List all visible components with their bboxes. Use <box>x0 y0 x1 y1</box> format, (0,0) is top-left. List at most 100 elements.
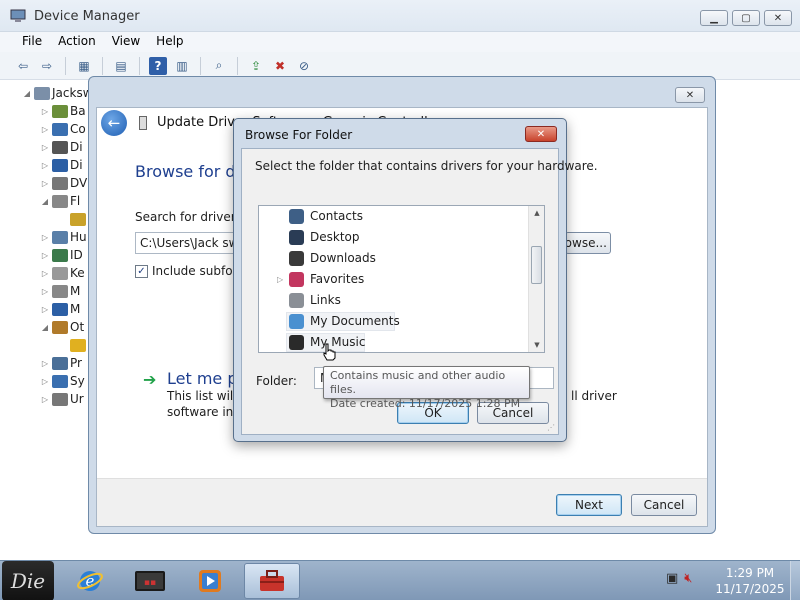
scroll-down-icon[interactable]: ▼ <box>529 338 544 352</box>
volume-muted-icon[interactable]: 🔇︎ <box>684 571 692 586</box>
title-bar: Device Manager ▁ ▢ ✕ <box>0 0 800 32</box>
browse-dialog-close-button[interactable]: ✕ <box>525 126 557 142</box>
update-driver-icon[interactable]: ⇪ <box>247 57 265 75</box>
menu-file[interactable]: File <box>14 32 50 52</box>
device-manager-toolbox-icon[interactable] <box>244 563 300 599</box>
taskbar: Die e ▪▪ ▣ 🔇︎ 1:29 PM 11/17/2025 <box>0 560 800 600</box>
device-tree-item[interactable]: ▷ Co <box>40 120 86 138</box>
device-category-icon <box>52 104 68 118</box>
device-tree-item[interactable]: ▷ Ba <box>40 102 86 120</box>
expand-toggle-icon[interactable]: ▷ <box>40 233 50 242</box>
properties-icon[interactable]: ▦ <box>75 57 93 75</box>
browse-dialog-title: Browse For Folder <box>245 128 353 142</box>
device-tree-label: Co <box>70 122 86 136</box>
device-tree-item[interactable]: ▷ M <box>40 300 80 318</box>
uninstall-icon[interactable]: ✖ <box>271 57 289 75</box>
device-tree-item[interactable]: ◢ Jacksw <box>22 84 93 102</box>
next-button[interactable]: Next <box>556 494 622 516</box>
device-tree-item[interactable]: ▷ DV <box>40 174 87 192</box>
favorites-icon <box>289 272 304 287</box>
let-me-pick-description-line2: software in t <box>167 405 242 419</box>
folder-item[interactable]: ▷ Favorites <box>259 269 529 290</box>
menu-help[interactable]: Help <box>148 32 191 52</box>
expand-toggle-icon[interactable]: ▷ <box>40 107 50 116</box>
scan-hardware-icon[interactable]: ⌕ <box>210 57 228 75</box>
media-player-icon[interactable] <box>182 563 238 599</box>
device-tree-item[interactable] <box>58 336 88 354</box>
show-desktop-button[interactable] <box>790 561 800 600</box>
close-button[interactable]: ✕ <box>764 10 792 26</box>
back-icon[interactable]: ⇦ <box>14 57 32 75</box>
device-category-icon <box>52 248 68 262</box>
device-tree-item[interactable]: ▷ Hu <box>40 228 87 246</box>
device-tree-item[interactable]: ▷ M <box>40 282 80 300</box>
update-driver-close-button[interactable]: ✕ <box>675 87 705 103</box>
forward-icon[interactable]: ⇨ <box>38 57 56 75</box>
device-tree-item[interactable]: ◢ Fl <box>40 192 80 210</box>
expand-toggle-icon[interactable]: ▷ <box>40 251 50 260</box>
folder-tooltip: Contains music and other audio files. Da… <box>323 366 530 410</box>
svg-text:▪▪: ▪▪ <box>144 578 156 588</box>
device-category-icon <box>52 374 68 388</box>
maximize-button[interactable]: ▢ <box>732 10 760 26</box>
expand-toggle-icon[interactable]: ◢ <box>40 197 50 206</box>
device-tree-item[interactable]: ▷ ID <box>40 246 83 264</box>
expand-toggle-icon[interactable]: ◢ <box>22 89 32 98</box>
expand-toggle-icon[interactable]: ▷ <box>40 269 50 278</box>
clock[interactable]: 1:29 PM 11/17/2025 <box>712 565 788 597</box>
expand-toggle-icon[interactable]: ▷ <box>40 179 50 188</box>
expand-toggle-icon[interactable]: ▷ <box>40 143 50 152</box>
device-category-icon <box>70 212 86 226</box>
scroll-thumb[interactable] <box>531 246 542 284</box>
expand-toggle-icon[interactable]: ▷ <box>40 125 50 134</box>
device-tree-item[interactable]: ◢ Ot <box>40 318 84 336</box>
folder-item[interactable]: Desktop <box>259 227 529 248</box>
music-icon <box>289 335 304 350</box>
scroll-up-icon[interactable]: ▲ <box>529 206 544 220</box>
folder-item[interactable]: My Documents <box>259 311 529 332</box>
expand-toggle-icon[interactable]: ▷ <box>40 161 50 170</box>
include-subfolders-checkbox[interactable]: ✓ Include subfold <box>135 264 244 278</box>
expand-toggle-icon[interactable]: ◢ <box>40 323 50 332</box>
driver-path-input[interactable]: C:\Users\Jack swe <box>135 232 247 254</box>
folder-tree[interactable]: Contacts Desktop Downloads ▷ Favorites Links M… <box>258 205 545 353</box>
browse-prompt: Select the folder that contains drivers … <box>255 159 598 173</box>
checkbox-icon[interactable]: ✓ <box>135 264 148 278</box>
minimize-button[interactable]: ▁ <box>700 10 728 26</box>
network-icon[interactable]: ▣ <box>666 571 678 586</box>
device-tree-item[interactable]: ▷ Ur <box>40 390 84 408</box>
show-hidden-icon[interactable]: ▤ <box>112 57 130 75</box>
device-tree-item[interactable]: ▷ Sy <box>40 372 85 390</box>
folder-item[interactable]: Links <box>259 290 529 311</box>
start-button[interactable]: Die <box>2 561 54 600</box>
expand-toggle-icon[interactable]: ▷ <box>40 305 50 314</box>
folder-item[interactable]: Contacts <box>259 206 529 227</box>
folder-label: Desktop <box>310 230 360 244</box>
expand-toggle-icon[interactable]: ▷ <box>40 377 50 386</box>
device-tree-item[interactable]: ▷ Pr <box>40 354 82 372</box>
help-icon[interactable]: ? <box>149 56 167 75</box>
folder-item[interactable]: Downloads <box>259 248 529 269</box>
back-arrow-icon[interactable]: ← <box>101 110 127 136</box>
device-category-icon <box>52 302 68 316</box>
expand-toggle-icon[interactable]: ▷ <box>40 359 50 368</box>
device-tree-item[interactable]: ▷ Ke <box>40 264 85 282</box>
browse-heading: Browse for dri <box>135 162 247 181</box>
menu-action[interactable]: Action <box>50 32 104 52</box>
folder-item[interactable]: My Music <box>259 332 529 352</box>
resize-grip-icon[interactable]: ⋰ <box>547 423 555 432</box>
device-tree-item[interactable]: ▷ Di <box>40 138 83 156</box>
menu-view[interactable]: View <box>104 32 148 52</box>
internet-explorer-icon[interactable]: e <box>62 563 118 599</box>
expand-toggle-icon[interactable]: ▷ <box>40 287 50 296</box>
expand-toggle-icon[interactable]: ▷ <box>40 395 50 404</box>
browse-button[interactable]: rowse... <box>565 232 611 254</box>
console-icon[interactable]: ▥ <box>173 57 191 75</box>
update-driver-cancel-button[interactable]: Cancel <box>631 494 697 516</box>
folder-tree-scrollbar[interactable]: ▲ ▼ <box>528 206 544 352</box>
device-tree-item[interactable]: ▷ Di <box>40 156 83 174</box>
disable-icon[interactable]: ⊘ <box>295 57 313 75</box>
media-center-icon[interactable]: ▪▪ <box>122 563 178 599</box>
folder-expand-icon[interactable]: ▷ <box>277 275 283 284</box>
device-tree-item[interactable] <box>58 210 88 228</box>
